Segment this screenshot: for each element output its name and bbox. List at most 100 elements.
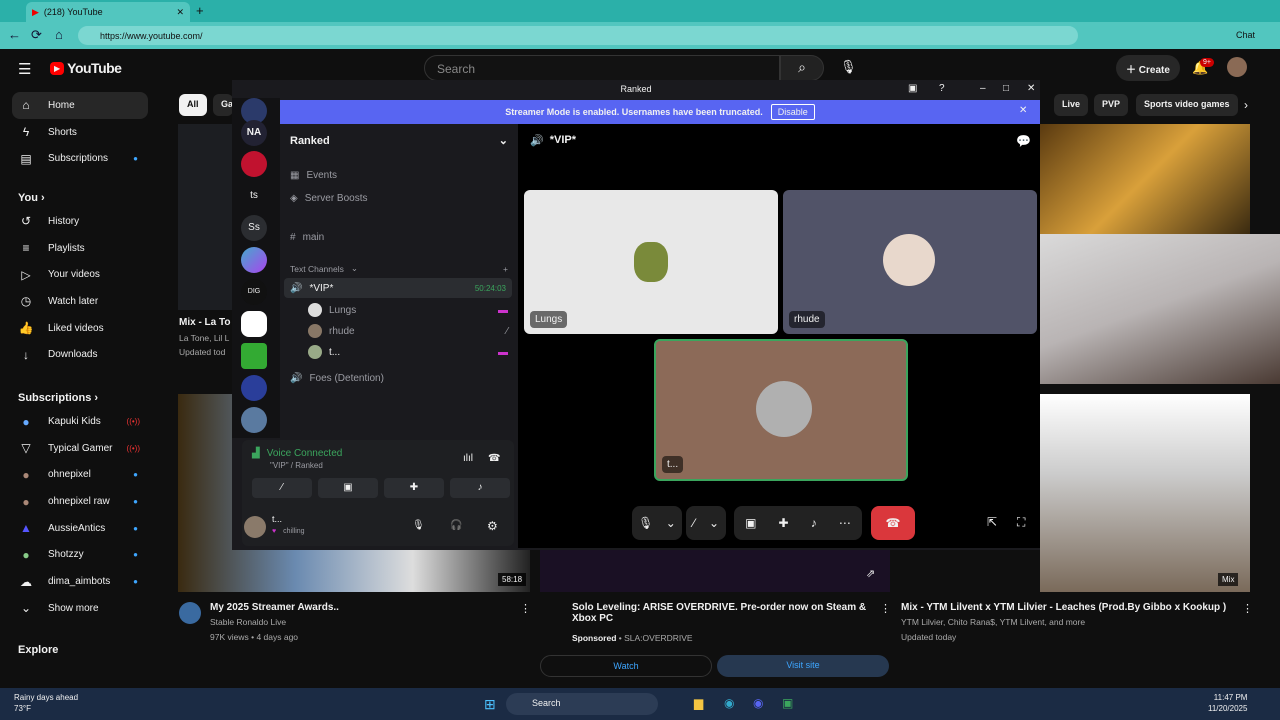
text-channels-category[interactable]: Text Channels ⌄ + bbox=[290, 263, 508, 274]
sidebar-item-home[interactable]: ⌂ Home bbox=[12, 92, 148, 119]
server-icon[interactable] bbox=[241, 247, 267, 273]
chip-sports-video-games[interactable]: Sports video games bbox=[1136, 94, 1238, 116]
tab-youtube[interactable]: ▶ (218) YouTube ✕ bbox=[26, 2, 190, 22]
mic-icon[interactable]: 🎙 bbox=[840, 59, 857, 75]
camera-control[interactable]: ⁄ ⌄ bbox=[686, 506, 726, 540]
sidebar-item-subscriptions-header[interactable]: Subscriptions › bbox=[0, 382, 160, 408]
search-input[interactable]: Search bbox=[424, 55, 780, 81]
video-title[interactable]: Mix - YTM Lilvent x YTM Lilvier - Leache… bbox=[901, 602, 1231, 613]
server-icon[interactable]: ts bbox=[241, 183, 267, 209]
sub-item[interactable]: ☁ dima_aimbots ● bbox=[0, 568, 160, 595]
inbox-icon[interactable]: ▣ bbox=[908, 83, 917, 94]
sidebar-item-playlists[interactable]: ≡ Playlists bbox=[0, 235, 160, 262]
url-field[interactable]: https://www.youtube.com/ bbox=[78, 26, 1078, 45]
clock[interactable]: 11:47 PM 11/20/2025 bbox=[1208, 692, 1247, 714]
video-tile-self[interactable]: t... bbox=[654, 339, 908, 481]
sub-item[interactable]: ▲ AussieAntics ● bbox=[0, 515, 160, 542]
show-more-button[interactable]: ⌄ Show more bbox=[0, 595, 160, 622]
voice-channel-foes[interactable]: 🔊 Foes (Detention) bbox=[290, 373, 384, 384]
events-item[interactable]: ▦ Events bbox=[290, 170, 337, 181]
disable-button[interactable]: Disable bbox=[770, 104, 815, 120]
fullscreen-icon[interactable]: ⛶ bbox=[1017, 515, 1025, 530]
server-icon-active[interactable] bbox=[241, 311, 267, 337]
menu-icon[interactable]: ☰ bbox=[18, 60, 31, 78]
headphones-icon[interactable]: 🎧 bbox=[450, 520, 462, 531]
activities-icon[interactable]: ✚ bbox=[779, 516, 789, 530]
sidebar-item-history[interactable]: ↺ History bbox=[0, 208, 160, 235]
more-icon[interactable]: ⋯ bbox=[839, 516, 851, 530]
server-icon[interactable] bbox=[241, 343, 267, 369]
ad-title[interactable]: Solo Leveling: ARISE OVERDRIVE. Pre-orde… bbox=[572, 602, 872, 624]
visit-site-button[interactable]: Visit site bbox=[717, 655, 889, 677]
chevron-right-icon[interactable]: › bbox=[1244, 98, 1248, 112]
server-icon[interactable]: DIG bbox=[241, 279, 267, 305]
server-icon[interactable] bbox=[241, 375, 267, 401]
sidebar-item-your-videos[interactable]: ▷ Your videos bbox=[0, 261, 160, 288]
maximize-icon[interactable]: □ bbox=[1003, 83, 1009, 94]
reload-icon[interactable]: ⟳ bbox=[31, 27, 42, 43]
new-tab-icon[interactable]: + bbox=[196, 3, 204, 18]
server-name-header[interactable]: Ranked ⌄ bbox=[290, 134, 508, 148]
sidebar-item-you[interactable]: You › bbox=[0, 182, 160, 208]
channel-main[interactable]: # main bbox=[290, 232, 324, 243]
video-thumbnail[interactable] bbox=[1040, 124, 1250, 234]
chrome-icon[interactable]: ◉ bbox=[753, 696, 763, 710]
windows-start-icon[interactable]: ⊞ bbox=[484, 696, 496, 713]
channel-name[interactable]: YTM Lilvier, Chito Rana$, YTM Lilvent, a… bbox=[901, 617, 1085, 627]
channel-name[interactable]: Stable Ronaldo Live bbox=[210, 617, 286, 627]
voice-member[interactable]: t... ▬ bbox=[308, 345, 508, 359]
server-boosts-item[interactable]: ◈ Server Boosts bbox=[290, 193, 368, 204]
screen-share-button[interactable]: ▣ bbox=[318, 478, 378, 498]
video-title[interactable]: Mix - La To bbox=[179, 317, 230, 328]
youtube-logo[interactable]: ▶ YouTube bbox=[50, 60, 122, 76]
activities-button[interactable]: ✚ bbox=[384, 478, 444, 498]
soundboard-icon[interactable]: ♪ bbox=[811, 516, 817, 530]
voice-member[interactable]: Lungs ▬ bbox=[308, 303, 508, 317]
sidebar-item-downloads[interactable]: ↓ Downloads bbox=[0, 342, 160, 369]
add-channel-icon[interactable]: + bbox=[503, 264, 508, 274]
popout-icon[interactable]: ⇱ bbox=[987, 515, 997, 529]
mic-icon[interactable]: 🎙 bbox=[412, 520, 425, 531]
chip-gaming[interactable]: Ga bbox=[213, 94, 233, 116]
edge-icon[interactable]: ◉ bbox=[724, 696, 734, 710]
app-icon[interactable]: ▣ bbox=[782, 696, 793, 710]
avatar[interactable] bbox=[1227, 57, 1247, 77]
weather-widget[interactable]: Rainy days ahead 73°F bbox=[14, 692, 78, 714]
sub-item[interactable]: ● Shotzzy ● bbox=[0, 542, 160, 569]
video-thumbnail[interactable] bbox=[178, 124, 234, 310]
watch-button[interactable]: Watch bbox=[540, 655, 712, 677]
more-options-icon[interactable]: ⋮ bbox=[1242, 602, 1253, 615]
external-link-icon[interactable]: ⇗ bbox=[866, 567, 875, 580]
sub-item[interactable]: ● Kapuki Kids ((•)) bbox=[0, 408, 160, 435]
noise-suppression-icon[interactable]: ılıl bbox=[463, 453, 473, 464]
avatar[interactable] bbox=[244, 516, 266, 538]
video-thumbnail[interactable] bbox=[1040, 394, 1250, 592]
camera-toggle-button[interactable]: ⁄ bbox=[252, 478, 312, 498]
minimize-icon[interactable]: – bbox=[980, 83, 986, 94]
settings-gear-icon[interactable]: ⚙ bbox=[487, 519, 498, 533]
back-icon[interactable]: ← bbox=[8, 27, 21, 42]
end-call-button[interactable]: ☎ bbox=[871, 506, 915, 540]
soundboard-button[interactable]: ♪ bbox=[450, 478, 510, 498]
video-tile-lungs[interactable]: Lungs bbox=[524, 190, 778, 334]
sub-item[interactable]: ● ohnepixel ● bbox=[0, 462, 160, 489]
chip-live[interactable]: Live bbox=[1054, 94, 1089, 116]
sidebar-item-liked-videos[interactable]: 👍 Liked videos bbox=[0, 315, 160, 342]
search-button[interactable]: ⌕ bbox=[780, 55, 824, 81]
create-button[interactable]: ＋ Create bbox=[1116, 55, 1180, 81]
sidebar-item-watch-later[interactable]: ◷ Watch later bbox=[0, 288, 160, 315]
file-explorer-icon[interactable]: ▆ bbox=[694, 696, 703, 710]
sub-item[interactable]: ▽ Typical Gamer ((•)) bbox=[0, 435, 160, 462]
more-options-icon[interactable]: ⋮ bbox=[520, 602, 531, 615]
help-icon[interactable]: ? bbox=[939, 83, 945, 94]
taskbar-search[interactable]: Search bbox=[506, 693, 658, 715]
server-icon[interactable]: Ss bbox=[241, 215, 267, 241]
server-icon[interactable]: NA bbox=[241, 120, 267, 146]
more-options-icon[interactable]: ⋮ bbox=[880, 602, 891, 615]
home-icon[interactable]: ⌂ bbox=[55, 27, 63, 42]
mic-control[interactable]: 🎙 ⌄ bbox=[632, 506, 682, 540]
disconnect-icon[interactable]: ☎ bbox=[488, 453, 500, 464]
close-tab-icon[interactable]: ✕ bbox=[176, 7, 184, 18]
sidebar-item-shorts[interactable]: ϟ Shorts bbox=[0, 119, 160, 146]
chip-all[interactable]: All bbox=[179, 94, 207, 116]
